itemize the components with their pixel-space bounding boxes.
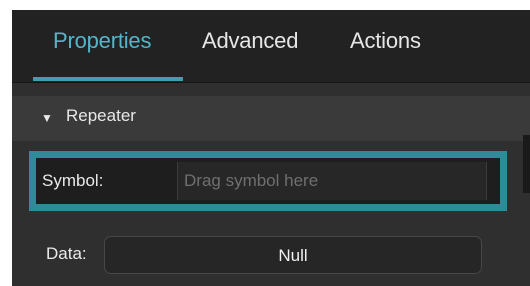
panel-edge bbox=[523, 135, 530, 193]
symbol-label: Symbol: bbox=[42, 171, 104, 190]
tab-actions[interactable]: Actions bbox=[350, 28, 421, 54]
data-select[interactable]: Null bbox=[104, 236, 482, 274]
symbol-placeholder: Drag symbol here bbox=[184, 171, 319, 190]
section-title: Repeater bbox=[66, 106, 136, 125]
symbol-drop-field[interactable]: Drag symbol here bbox=[177, 162, 487, 200]
triangle-down-icon: ▼ bbox=[41, 111, 53, 125]
properties-panel: Properties Advanced Actions ▼ Repeater S… bbox=[12, 10, 530, 286]
data-label: Data: bbox=[46, 244, 87, 263]
tab-properties[interactable]: Properties bbox=[53, 28, 151, 54]
active-tab-indicator bbox=[33, 77, 183, 81]
tab-bar: Properties Advanced Actions bbox=[12, 10, 530, 83]
repeater-section-header[interactable]: ▼ Repeater bbox=[12, 96, 530, 141]
symbol-row: Symbol: Drag symbol here bbox=[36, 158, 500, 204]
tab-advanced[interactable]: Advanced bbox=[202, 28, 298, 54]
data-value: Null bbox=[278, 246, 308, 265]
